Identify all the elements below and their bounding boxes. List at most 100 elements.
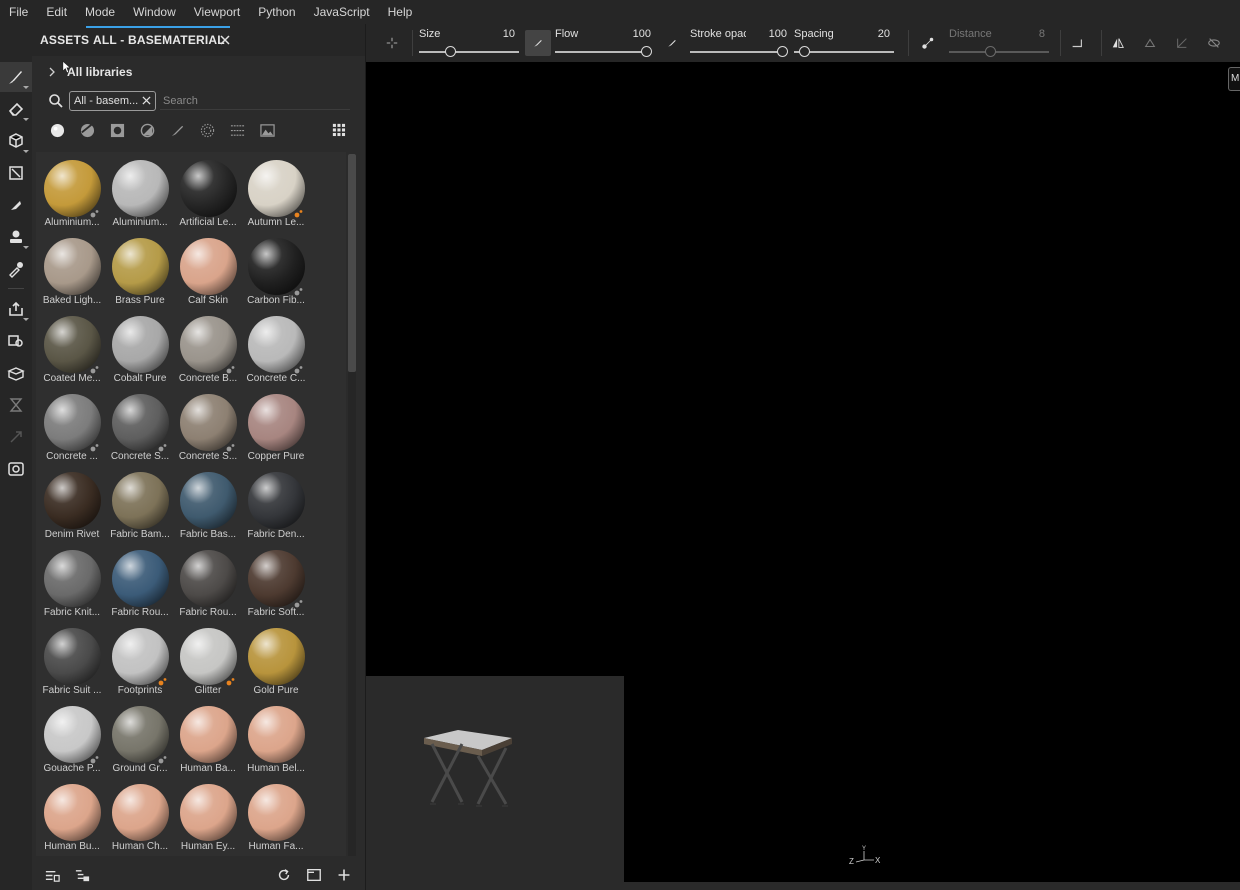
clone-tool[interactable]: [0, 222, 32, 252]
chevron-right-icon[interactable]: [47, 67, 57, 77]
stroke-opacity-value[interactable]: 100: [757, 28, 787, 40]
grid-scrollbar[interactable]: [348, 154, 356, 856]
filter-filters[interactable]: [137, 120, 157, 140]
spacing-slider-knob[interactable]: [799, 46, 810, 57]
material-item[interactable]: Glitter: [174, 624, 242, 702]
geometry-mask-tool[interactable]: [0, 326, 32, 356]
filter-environments[interactable]: [257, 120, 277, 140]
2d-preview-pane[interactable]: [366, 676, 624, 882]
symmetry-settings-button[interactable]: [1204, 33, 1224, 53]
3d-viewport[interactable]: Y X Z: [366, 62, 1240, 882]
material-item[interactable]: Human Ba...: [174, 702, 242, 780]
symmetry-mirror-button[interactable]: [1140, 33, 1160, 53]
color-picker-tool[interactable]: [0, 254, 32, 284]
material-item[interactable]: Fabric Soft...: [242, 546, 310, 624]
material-item[interactable]: Gouache P...: [38, 702, 106, 780]
grid-view-toggle[interactable]: [329, 120, 349, 140]
filter-procedurals[interactable]: [227, 120, 247, 140]
material-item[interactable]: Fabric Suit ...: [38, 624, 106, 702]
menu-edit[interactable]: Edit: [37, 0, 76, 24]
material-item[interactable]: Concrete B...: [174, 312, 242, 390]
symmetry-toggle[interactable]: [1108, 33, 1128, 53]
flow-pressure-toggle[interactable]: [662, 33, 682, 53]
import-button[interactable]: [43, 866, 61, 884]
material-item[interactable]: Calf Skin: [174, 234, 242, 312]
search-filter-chip[interactable]: All - basem...: [69, 91, 156, 111]
material-item[interactable]: Ground Gr...: [106, 702, 174, 780]
history-tool[interactable]: [0, 390, 32, 420]
library-row[interactable]: All libraries: [32, 60, 365, 84]
material-item[interactable]: Fabric Rou...: [106, 546, 174, 624]
distance-slider-track[interactable]: [949, 51, 1049, 53]
material-item[interactable]: Cobalt Pure: [106, 312, 174, 390]
stroke-opacity-slider-track[interactable]: [690, 51, 786, 53]
material-item[interactable]: Human Bu...: [38, 780, 106, 856]
paint-brush-tool[interactable]: [0, 62, 32, 92]
material-item[interactable]: Denim Rivet: [38, 468, 106, 546]
viewport-side-tab[interactable]: M: [1228, 67, 1240, 91]
menu-help[interactable]: Help: [379, 0, 422, 24]
flow-slider-knob[interactable]: [641, 46, 652, 57]
material-item[interactable]: Fabric Knit...: [38, 546, 106, 624]
size-value[interactable]: 10: [485, 28, 515, 40]
tab-assets[interactable]: ASSETS: [40, 24, 89, 56]
bake-mesh-tool[interactable]: [0, 358, 32, 388]
library-list-button[interactable]: [73, 866, 91, 884]
add-asset-button[interactable]: [335, 866, 353, 884]
menu-mode[interactable]: Mode: [76, 0, 124, 24]
chip-remove-icon[interactable]: [142, 96, 151, 105]
material-item[interactable]: Footprints: [106, 624, 174, 702]
material-item[interactable]: Copper Pure: [242, 390, 310, 468]
menu-python[interactable]: Python: [249, 0, 304, 24]
symmetry-axis-button[interactable]: [1172, 33, 1192, 53]
filter-materials[interactable]: [47, 120, 67, 140]
material-item[interactable]: Artificial Le...: [174, 156, 242, 234]
scrollbar-thumb[interactable]: [348, 154, 356, 372]
material-item[interactable]: Brass Pure: [106, 234, 174, 312]
eraser-tool[interactable]: [0, 94, 32, 124]
bake-tool[interactable]: [0, 294, 32, 324]
distance-value[interactable]: 8: [1015, 28, 1045, 40]
stroke-opacity-slider-knob[interactable]: [777, 46, 788, 57]
material-item[interactable]: Fabric Bas...: [174, 468, 242, 546]
material-item[interactable]: Aluminium...: [106, 156, 174, 234]
material-item[interactable]: Autumn Le...: [242, 156, 310, 234]
alignment-mode-button[interactable]: [1067, 33, 1087, 53]
size-slider-knob[interactable]: [445, 46, 456, 57]
polygon-fill-tool[interactable]: [0, 158, 32, 188]
material-item[interactable]: Concrete S...: [174, 390, 242, 468]
flow-slider-track[interactable]: [555, 51, 651, 53]
material-item[interactable]: Baked Ligh...: [38, 234, 106, 312]
size-pressure-toggle[interactable]: [525, 30, 551, 56]
material-item[interactable]: Carbon Fib...: [242, 234, 310, 312]
filter-smart-materials[interactable]: [77, 120, 97, 140]
material-item[interactable]: Concrete C...: [242, 312, 310, 390]
search-input[interactable]: [160, 92, 350, 110]
material-item[interactable]: Concrete S...: [106, 390, 174, 468]
size-slider-track[interactable]: [419, 51, 519, 53]
tab-all-basematerial[interactable]: ALL - BASEMATERIAL: [93, 24, 225, 56]
menu-viewport[interactable]: Viewport: [185, 0, 249, 24]
material-item[interactable]: Human Fa...: [242, 780, 310, 856]
material-item[interactable]: Human Ey...: [174, 780, 242, 856]
alignment-button[interactable]: [382, 33, 402, 53]
filter-textures[interactable]: [197, 120, 217, 140]
refresh-button[interactable]: [275, 866, 293, 884]
spacing-value[interactable]: 20: [860, 28, 890, 40]
menu-window[interactable]: Window: [124, 0, 185, 24]
material-item[interactable]: Aluminium...: [38, 156, 106, 234]
material-item[interactable]: Human Ch...: [106, 780, 174, 856]
material-item[interactable]: Fabric Bam...: [106, 468, 174, 546]
distance-slider-knob[interactable]: [985, 46, 996, 57]
material-item[interactable]: Human Bel...: [242, 702, 310, 780]
camera-tool[interactable]: [0, 454, 32, 484]
menu-file[interactable]: File: [0, 0, 37, 24]
lazy-mouse-toggle[interactable]: [918, 33, 938, 53]
close-icon[interactable]: [218, 33, 232, 47]
filter-brushes[interactable]: [167, 120, 187, 140]
new-folder-button[interactable]: [305, 866, 323, 884]
menu-javascript[interactable]: JavaScript: [305, 0, 379, 24]
transform-tool[interactable]: [0, 422, 32, 452]
projection-tool[interactable]: [0, 126, 32, 156]
material-item[interactable]: Fabric Rou...: [174, 546, 242, 624]
